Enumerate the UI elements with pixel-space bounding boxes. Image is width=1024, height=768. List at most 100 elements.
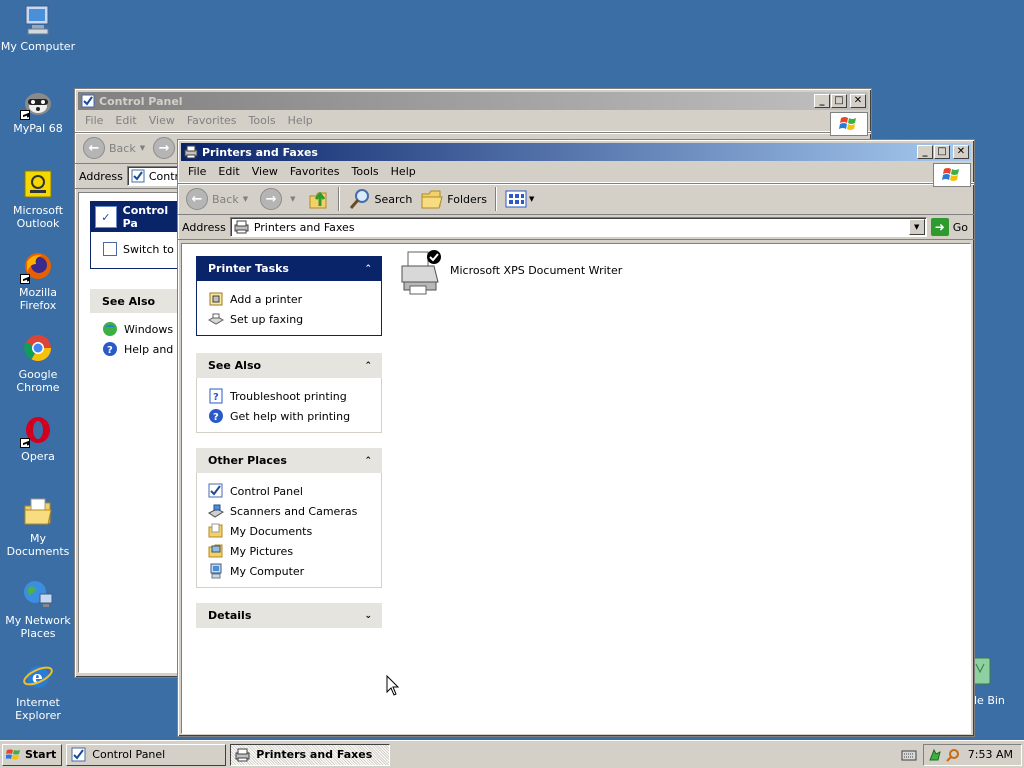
menu-view[interactable]: View bbox=[246, 165, 284, 178]
search-icon bbox=[348, 188, 372, 210]
keyboard-icon[interactable] bbox=[901, 749, 917, 761]
recycle-bin-label: le Bin bbox=[974, 694, 1005, 707]
control-panel-link[interactable]: Control Panel bbox=[208, 481, 371, 501]
close-button[interactable]: ✕ bbox=[850, 94, 866, 108]
printer-item[interactable]: Microsoft XPS Document Writer bbox=[400, 248, 622, 296]
control-panel-large-icon: ✓ bbox=[95, 206, 117, 228]
desktop-icon-my-computer[interactable]: My Computer bbox=[0, 4, 76, 53]
up-folder-button[interactable] bbox=[304, 186, 334, 212]
start-button[interactable]: Start bbox=[2, 743, 63, 766]
toolbar: ← Back ▼ → ▼ Search Folders ▼ bbox=[178, 183, 974, 215]
menu-edit[interactable]: Edit bbox=[212, 165, 245, 178]
maximize-button[interactable]: □ bbox=[934, 145, 950, 159]
menu-favorites[interactable]: Favorites bbox=[284, 165, 346, 178]
back-button[interactable]: ← Back ▼ bbox=[182, 186, 256, 212]
collapse-chevron-icon[interactable]: ⌃ bbox=[364, 456, 372, 466]
my-computer-icon bbox=[208, 563, 224, 579]
details-header[interactable]: Details ⌄ bbox=[196, 603, 382, 628]
printer-tasks-header[interactable]: Printer Tasks ⌃ bbox=[196, 256, 382, 281]
menu-file[interactable]: File bbox=[79, 114, 109, 127]
collapse-chevron-icon[interactable]: ⌃ bbox=[364, 264, 372, 274]
forward-button[interactable]: → ▼ bbox=[256, 186, 303, 212]
setup-faxing-link[interactable]: Set up faxing bbox=[207, 309, 371, 329]
desktop-icon-network[interactable]: My Network Places bbox=[0, 578, 76, 640]
control-panel-icon bbox=[131, 169, 145, 183]
back-button[interactable]: ← Back ▼ bbox=[79, 135, 153, 161]
go-button[interactable]: ➜ Go bbox=[927, 218, 974, 236]
windows-update-icon bbox=[102, 321, 118, 337]
svg-text:?: ? bbox=[213, 412, 219, 423]
troubleshoot-printing-link[interactable]: ? Troubleshoot printing bbox=[208, 386, 371, 406]
taskbar-printers-faxes[interactable]: Printers and Faxes bbox=[230, 743, 391, 766]
address-label: Address bbox=[79, 169, 123, 183]
add-printer-icon bbox=[208, 291, 224, 307]
windows-update-link[interactable]: Windows U bbox=[102, 319, 186, 339]
menu-edit[interactable]: Edit bbox=[109, 114, 142, 127]
maximize-button[interactable]: □ bbox=[831, 94, 847, 108]
desktop-icon-mypal[interactable]: MyPal 68 bbox=[0, 86, 76, 135]
folders-button[interactable]: Folders bbox=[416, 186, 491, 212]
desktop-icon-my-documents[interactable]: My Documents bbox=[0, 496, 76, 558]
address-field[interactable]: Printers and Faxes ▼ bbox=[229, 217, 927, 237]
chrome-icon bbox=[22, 332, 54, 364]
mouse-cursor-icon bbox=[386, 674, 400, 697]
forward-button[interactable]: → bbox=[153, 137, 176, 159]
desktop-icon-chrome[interactable]: Google Chrome bbox=[0, 332, 76, 394]
menu-help[interactable]: Help bbox=[385, 165, 422, 178]
see-also-header[interactable]: See Also ⌃ bbox=[196, 353, 382, 378]
go-arrow-icon: ➜ bbox=[930, 218, 949, 236]
menu-view[interactable]: View bbox=[143, 114, 181, 127]
svg-text:?: ? bbox=[107, 345, 113, 356]
windows-flag-icon bbox=[5, 748, 22, 762]
see-also-pane: See Also Windows U ? Help and S bbox=[90, 289, 186, 365]
minimize-button[interactable]: _ bbox=[917, 145, 933, 159]
desktop-icon-firefox[interactable]: Mozilla Firefox bbox=[0, 250, 76, 312]
other-places-header[interactable]: Other Places ⌃ bbox=[196, 448, 382, 473]
help-support-link[interactable]: ? Help and S bbox=[102, 339, 186, 359]
details-pane: Details ⌄ bbox=[196, 603, 382, 628]
see-also-pane: See Also ⌃ ? Troubleshoot printing ? Get h… bbox=[196, 353, 382, 433]
collapse-chevron-icon[interactable]: ⌃ bbox=[364, 361, 372, 371]
desktop-icon-label: Google Chrome bbox=[16, 368, 60, 394]
scanner-icon bbox=[208, 503, 225, 519]
desktop-icon-ie[interactable]: e Internet Explorer bbox=[0, 660, 76, 722]
my-pictures-link[interactable]: My Pictures bbox=[208, 541, 371, 561]
taskbar-control-panel[interactable]: Control Panel bbox=[66, 743, 227, 766]
search-tray-icon[interactable] bbox=[946, 748, 960, 762]
printers-faxes-window[interactable]: Printers and Faxes _ □ ✕ File Edit View … bbox=[177, 139, 975, 737]
close-button[interactable]: ✕ bbox=[953, 145, 969, 159]
help-printing-link[interactable]: ? Get help with printing bbox=[208, 406, 371, 426]
menu-help[interactable]: Help bbox=[282, 114, 319, 127]
menu-file[interactable]: File bbox=[182, 165, 212, 178]
my-documents-link[interactable]: My Documents bbox=[208, 521, 371, 541]
menu-favorites[interactable]: Favorites bbox=[181, 114, 243, 127]
menu-tools[interactable]: Tools bbox=[346, 165, 385, 178]
network-tray-icon[interactable] bbox=[928, 748, 942, 762]
expand-chevron-icon[interactable]: ⌄ bbox=[364, 611, 372, 621]
desktop-icon-opera[interactable]: Opera bbox=[0, 414, 76, 463]
opera-icon bbox=[20, 414, 54, 448]
desktop-icon-outlook[interactable]: Microsoft Outlook bbox=[0, 168, 76, 230]
clock[interactable]: 7:53 AM bbox=[968, 748, 1013, 761]
printers-faxes-icon bbox=[234, 220, 250, 234]
minimize-button[interactable]: _ bbox=[814, 94, 830, 108]
printers-faxes-icon bbox=[235, 747, 251, 763]
address-bar: Address Printers and Faxes ▼ ➜ Go bbox=[178, 215, 974, 240]
window-titlebar[interactable]: Printers and Faxes _ □ ✕ bbox=[181, 143, 971, 161]
views-button[interactable]: ▼ bbox=[501, 186, 542, 212]
menu-bar: File Edit View Favorites Tools Help bbox=[178, 161, 974, 187]
my-computer-link[interactable]: My Computer bbox=[208, 561, 371, 581]
switch-view-link[interactable]: Switch to C bbox=[91, 232, 186, 256]
menu-tools[interactable]: Tools bbox=[243, 114, 282, 127]
help-document-icon: ? bbox=[208, 388, 224, 404]
address-dropdown-button[interactable]: ▼ bbox=[908, 219, 925, 235]
add-printer-link[interactable]: Add a printer bbox=[208, 289, 371, 309]
back-arrow-icon: ← bbox=[83, 137, 105, 159]
menu-bar: File Edit View Favorites Tools Help bbox=[75, 110, 871, 136]
printers-content: Printer Tasks ⌃ Add a printer Set up fax… bbox=[181, 243, 971, 734]
desktop-icon-label: Mozilla Firefox bbox=[19, 286, 57, 312]
window-titlebar[interactable]: Control Panel _ □ ✕ bbox=[78, 92, 868, 110]
scanners-cameras-link[interactable]: Scanners and Cameras bbox=[208, 501, 371, 521]
search-button[interactable]: Search bbox=[344, 186, 417, 212]
svg-text:?: ? bbox=[213, 392, 219, 403]
